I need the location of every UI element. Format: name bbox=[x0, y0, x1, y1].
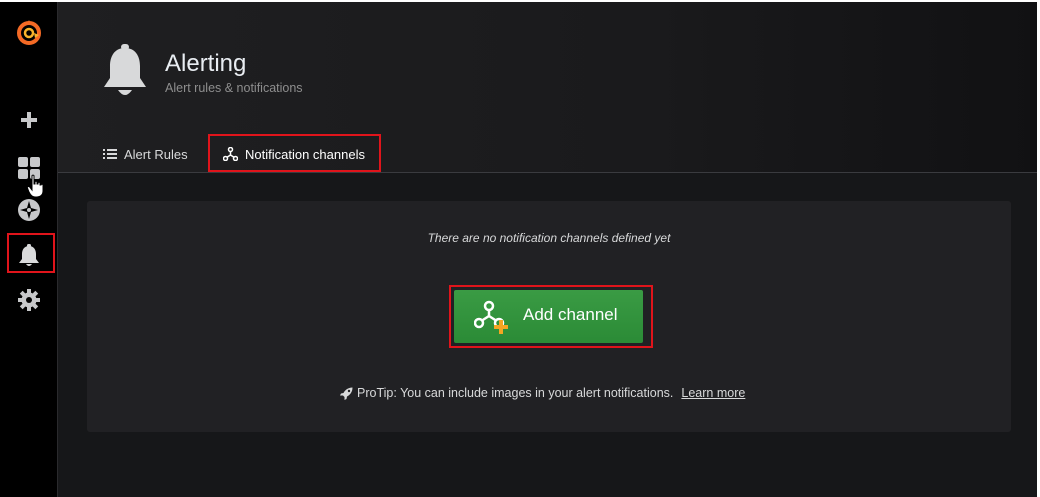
gear-icon[interactable] bbox=[0, 282, 57, 318]
learn-more-link[interactable]: Learn more bbox=[681, 386, 745, 400]
tab-notification-channels[interactable]: Notification channels bbox=[223, 140, 365, 168]
add-channel-label: Add channel bbox=[523, 305, 618, 324]
protip: ProTip: You can include images in your a… bbox=[340, 386, 745, 400]
tab-alert-rules-label: Alert Rules bbox=[124, 146, 188, 162]
rocket-icon bbox=[340, 387, 353, 400]
grafana-window: Alerting Alert rules & notifications Ale… bbox=[0, 0, 1037, 497]
grafana-logo-icon[interactable] bbox=[0, 14, 57, 50]
sidebar bbox=[0, 2, 57, 497]
list-icon bbox=[103, 149, 117, 159]
plus-icon[interactable] bbox=[0, 102, 57, 138]
add-channel-button[interactable]: Add channel bbox=[454, 290, 643, 343]
channels-icon bbox=[223, 147, 238, 161]
window-edge-top bbox=[0, 0, 1040, 2]
tab-notification-channels-label: Notification channels bbox=[245, 146, 365, 162]
add-channel-icon bbox=[473, 300, 512, 341]
header-bell-icon bbox=[103, 44, 147, 105]
page-title: Alerting bbox=[165, 50, 247, 77]
bell-icon[interactable] bbox=[0, 238, 57, 274]
page-subtitle: Alert rules & notifications bbox=[165, 81, 303, 95]
tab-alert-rules[interactable]: Alert Rules bbox=[103, 140, 188, 168]
header-divider bbox=[58, 172, 1037, 173]
empty-state-message: There are no notification channels defin… bbox=[427, 231, 671, 245]
hand-cursor-icon bbox=[26, 174, 45, 203]
protip-text: ProTip: You can include images in your a… bbox=[357, 386, 674, 400]
